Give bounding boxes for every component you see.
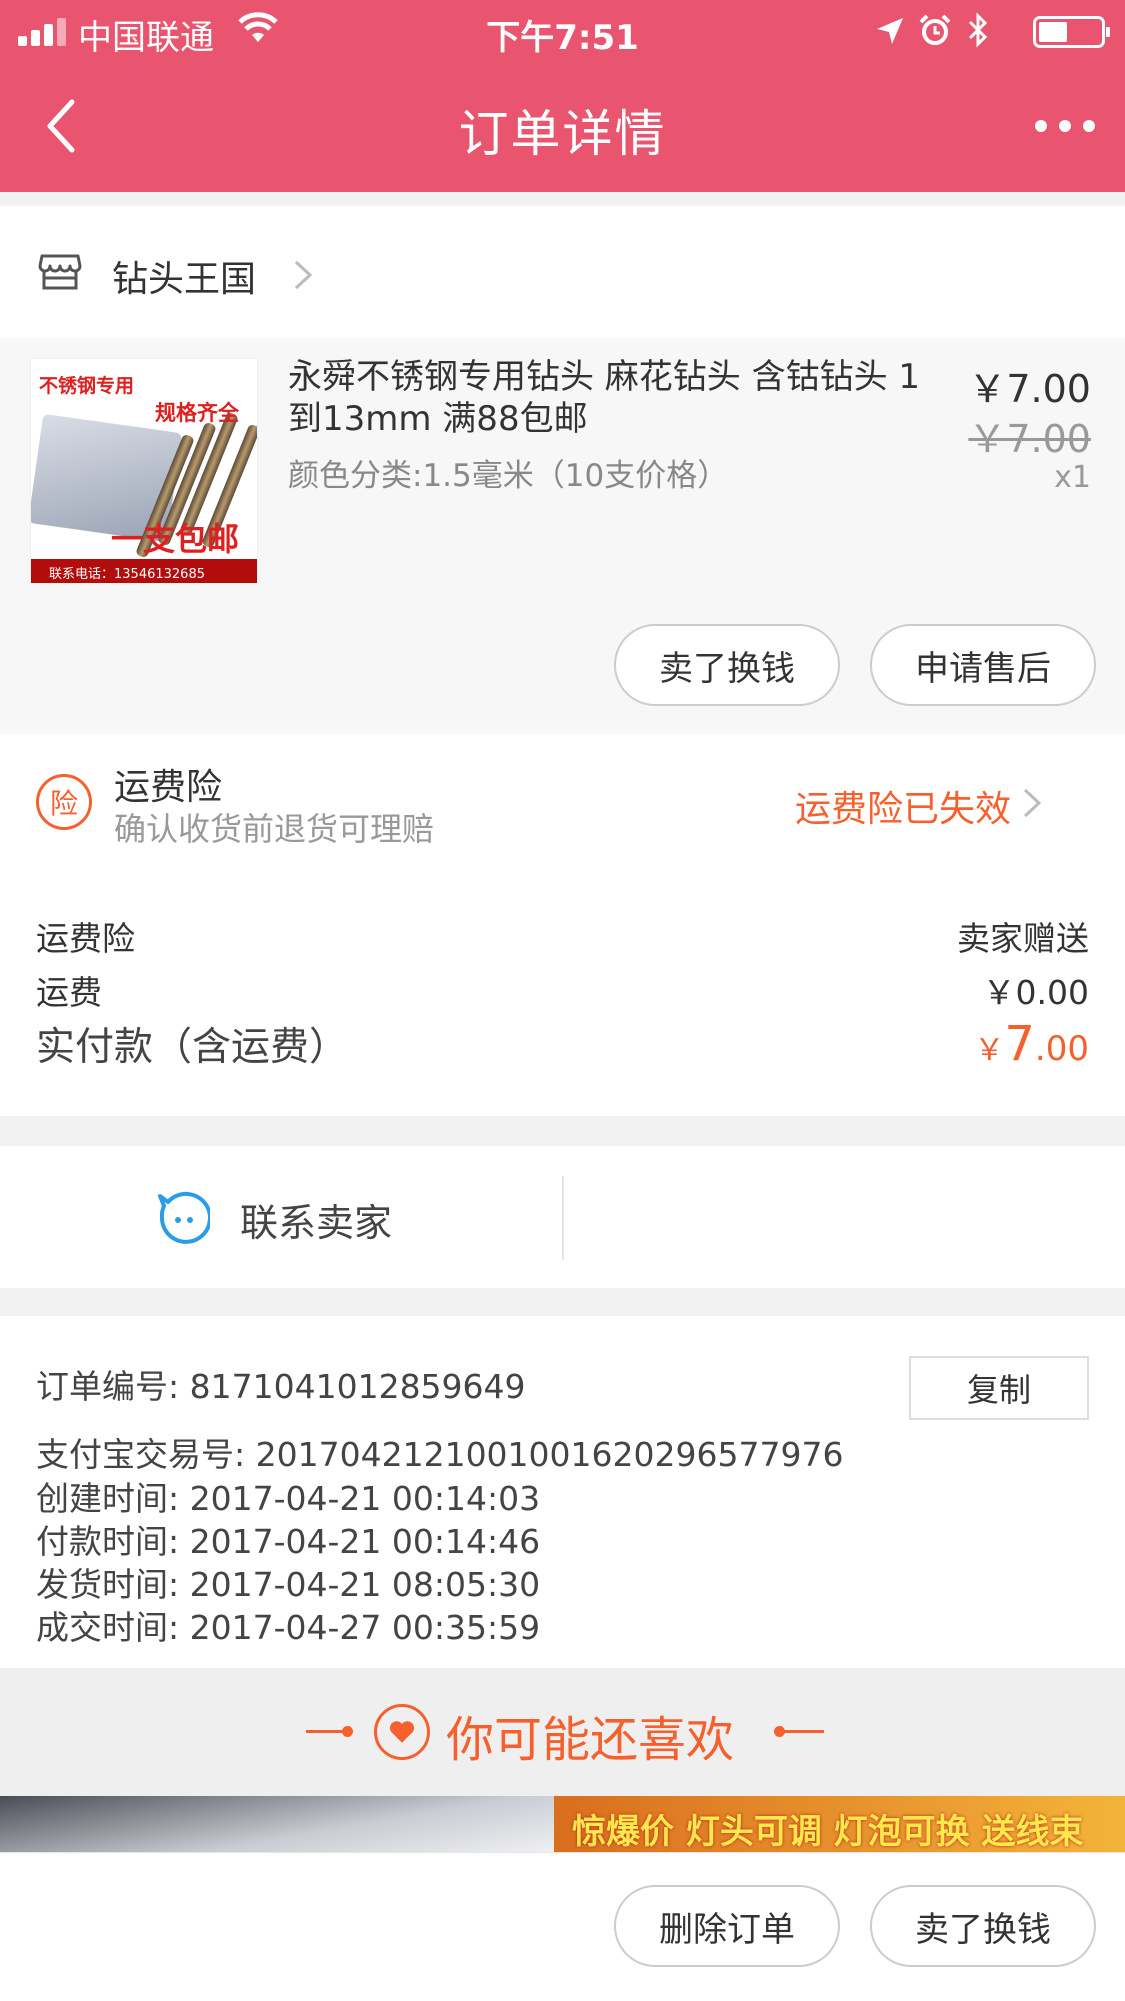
created-time: 创建时间: 2017-04-21 00:14:03 <box>36 1479 541 1518</box>
cost-value: ￥0.00 <box>982 973 1089 1012</box>
product-price: ￥7.00 <box>968 367 1091 411</box>
page-title: 订单详情 <box>458 105 667 163</box>
total-label: 实付款（含运费） <box>36 1025 349 1070</box>
cost-row-shipping: 运费 ￥0.00 <box>36 966 1089 1014</box>
cost-row-insurance: 运费险 卖家赠送 <box>36 912 1089 960</box>
nav-bar: 订单详情 <box>0 60 1125 192</box>
shipped-time: 发货时间: 2017-04-21 08:05:30 <box>36 1565 541 1604</box>
insurance-title: 运费险 <box>114 767 223 808</box>
image-text: 一支包邮 <box>111 520 240 558</box>
bluetooth-icon <box>968 12 988 48</box>
store-icon <box>38 254 82 290</box>
image-text: 不锈钢专用 <box>39 375 135 397</box>
insurance-badge-icon: 险 <box>36 774 92 830</box>
banner-text: 惊爆价 灯头可调 灯泡可换 送线束 <box>572 1812 1084 1852</box>
divider <box>562 1176 564 1260</box>
product-title[interactable]: 永舜不锈钢专用钻头 麻花钻头 含钴钻头 1到13mm 满88包邮 <box>288 356 948 440</box>
alarm-icon <box>919 14 951 45</box>
sell-for-cash-button[interactable]: 卖了换钱 <box>870 1885 1096 1967</box>
recommend-image[interactable] <box>0 1796 554 1852</box>
product-card: 不锈钢专用 规格齐全 一支包邮 联系电话：13546132685 永舜不锈钢专用… <box>0 338 1125 734</box>
alipay-trade-number: 支付宝交易号: 2017042121001001620296577976 <box>36 1435 844 1474</box>
recommend-header: 你可能还喜欢 <box>0 1668 1125 1796</box>
location-icon <box>877 18 903 44</box>
cost-value: 卖家赠送 <box>957 919 1089 958</box>
product-original-price: ￥7.00 <box>968 417 1091 461</box>
product-image[interactable]: 不锈钢专用 规格齐全 一支包邮 联系电话：13546132685 <box>30 358 258 584</box>
apply-after-sales-button[interactable]: 申请售后 <box>870 624 1096 706</box>
contact-seller-bar: 联系卖家 <box>0 1146 1125 1288</box>
completed-time: 成交时间: 2017-04-27 00:35:59 <box>36 1608 541 1647</box>
total-row: 实付款（含运费） ￥7.00 <box>36 1016 1089 1072</box>
status-bar: 中国联通 下午7:51 <box>0 0 1125 60</box>
total-value: ￥7.00 <box>974 1016 1089 1072</box>
order-number: 订单编号: 8171041012859649 <box>36 1367 526 1406</box>
product-sku: 颜色分类:1.5毫米（10支价格） <box>288 458 729 494</box>
sell-for-cash-button[interactable]: 卖了换钱 <box>614 624 840 706</box>
insurance-section: 险 运费险 确认收货前退货可理赔 运费险已失效 运费险 卖家赠送 运费 ￥0.0… <box>0 734 1125 1116</box>
heart-icon <box>374 1704 430 1760</box>
chat-bubble-icon[interactable] <box>154 1190 210 1246</box>
image-text: 规格齐全 <box>155 401 239 425</box>
chevron-right-icon <box>1023 788 1042 818</box>
product-quantity: x1 <box>1054 460 1091 495</box>
cost-label: 运费 <box>36 973 102 1012</box>
insurance-subtitle: 确认收货前退货可理赔 <box>114 810 435 848</box>
shop-header[interactable]: 钻头王国 <box>0 206 1125 338</box>
recommend-title: 你可能还喜欢 <box>446 1712 735 1768</box>
image-text: 联系电话：13546132685 <box>31 559 257 583</box>
bottom-action-bar: 删除订单 卖了换钱 <box>0 1852 1125 2001</box>
insurance-status[interactable]: 运费险已失效 <box>795 780 1011 832</box>
delete-order-button[interactable]: 删除订单 <box>614 1885 840 1967</box>
cost-label: 运费险 <box>36 919 135 958</box>
copy-button[interactable]: 复制 <box>909 1356 1089 1420</box>
battery-icon <box>1033 16 1110 48</box>
order-info: 订单编号: 8171041012859649 复制 支付宝交易号: 201704… <box>0 1316 1125 1668</box>
recommend-item-strip[interactable]: 惊爆价 灯头可调 灯泡可换 送线束 <box>0 1796 1125 1852</box>
more-dots-icon[interactable] <box>1035 106 1095 142</box>
paid-time: 付款时间: 2017-04-21 00:14:46 <box>36 1522 541 1561</box>
contact-seller-button[interactable]: 联系卖家 <box>240 1192 392 1247</box>
chevron-right-icon <box>294 260 313 290</box>
shop-name[interactable]: 钻头王国 <box>112 250 256 302</box>
